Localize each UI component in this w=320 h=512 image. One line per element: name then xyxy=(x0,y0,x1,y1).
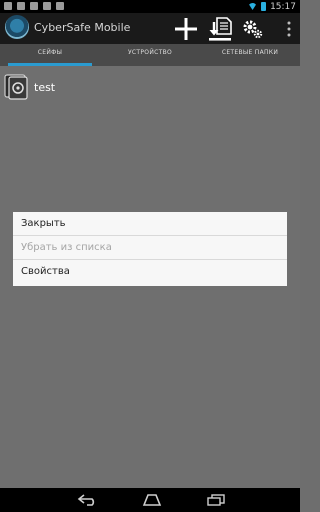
tab-safes[interactable]: СЕЙФЫ xyxy=(0,44,100,66)
notification-icon xyxy=(43,2,51,10)
menu-item-remove-from-list: Убрать из списка xyxy=(13,236,287,260)
tab-network-folders[interactable]: СЕТЕВЫЕ ПАПКИ xyxy=(200,44,300,66)
wifi-icon xyxy=(248,3,258,10)
notification-icon xyxy=(4,2,12,10)
home-button[interactable] xyxy=(138,488,166,512)
import-icon xyxy=(209,16,232,41)
battery-icon xyxy=(261,2,267,11)
menu-item-properties[interactable]: Свойства xyxy=(13,260,287,284)
back-icon xyxy=(77,494,95,506)
action-bar: CyberSafe Mobile xyxy=(0,13,300,44)
settings-icon xyxy=(243,20,263,38)
add-button[interactable] xyxy=(172,13,200,44)
home-icon xyxy=(142,494,162,506)
context-menu-dialog: Закрыть Убрать из списка Свойства xyxy=(13,212,287,286)
import-button[interactable] xyxy=(206,13,234,44)
status-bar: 15:17 xyxy=(0,0,300,13)
notification-icons xyxy=(4,2,64,10)
list-item-label: test xyxy=(34,80,56,94)
tab-device[interactable]: УСТРОЙСТВО xyxy=(100,44,200,66)
recent-apps-icon xyxy=(207,494,225,506)
notification-icon xyxy=(56,2,64,10)
overflow-menu-button[interactable] xyxy=(282,13,296,44)
app-title: CyberSafe Mobile xyxy=(34,21,131,34)
notification-icon xyxy=(30,2,38,10)
back-button[interactable] xyxy=(74,488,102,512)
safe-icon xyxy=(4,74,28,100)
navigation-bar xyxy=(0,488,300,512)
notification-icon xyxy=(17,2,25,10)
list-item[interactable]: test xyxy=(4,72,55,102)
menu-item-close[interactable]: Закрыть xyxy=(13,212,287,236)
overflow-menu-icon xyxy=(287,21,291,36)
app-logo-icon[interactable] xyxy=(5,15,29,39)
add-icon xyxy=(175,17,197,40)
status-time: 15:17 xyxy=(270,1,296,12)
tab-bar: СЕЙФЫ УСТРОЙСТВО СЕТЕВЫЕ ПАПКИ xyxy=(0,44,300,66)
recent-apps-button[interactable] xyxy=(202,488,230,512)
settings-button[interactable] xyxy=(241,13,265,44)
